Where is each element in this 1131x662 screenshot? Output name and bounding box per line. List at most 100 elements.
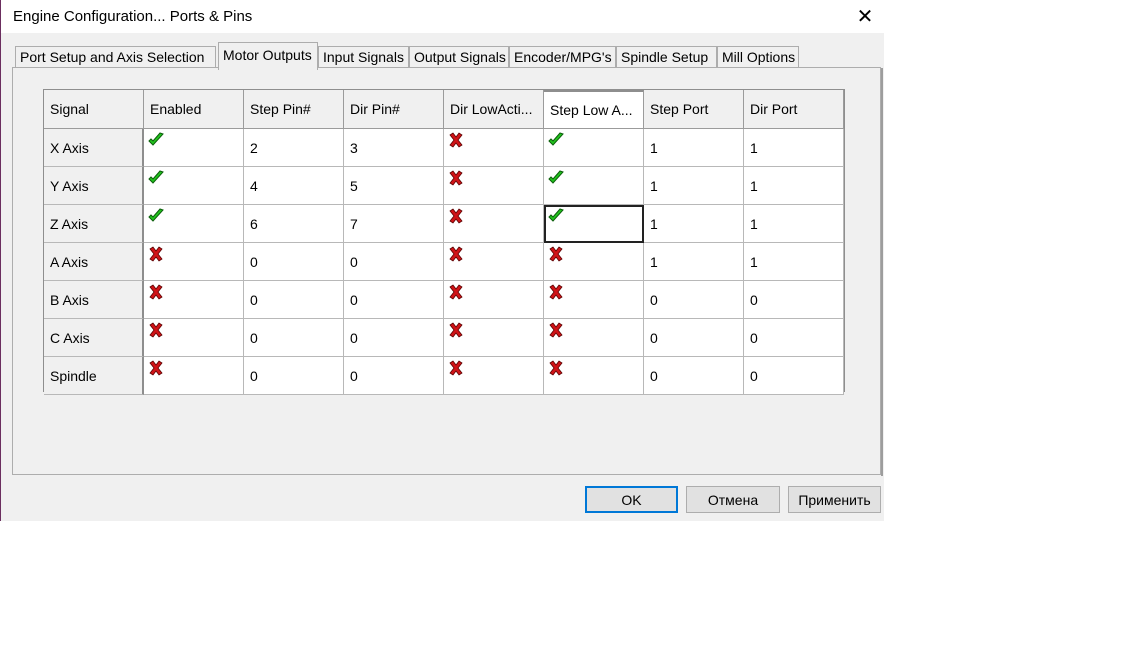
column-header-step-pin[interactable]: Step Pin# [244,90,344,129]
table-cell-step-port[interactable]: 0 [644,281,744,319]
column-header-dir-pin[interactable]: Dir Pin# [344,90,444,129]
table-cell-step-port[interactable]: 1 [644,129,744,167]
tab-spindle-setup[interactable]: Spindle Setup [616,46,717,68]
green-check-icon [548,132,564,146]
table-cell-dir-port[interactable]: 0 [744,319,844,357]
table-cell-dir-pin[interactable]: 3 [344,129,444,167]
red-x-icon [549,322,563,338]
table-cell-enabled[interactable] [144,129,244,167]
table-cell-step-pin[interactable]: 0 [244,281,344,319]
cell-value: 4 [250,177,258,194]
row-header[interactable]: Y Axis [44,167,144,205]
table-cell-dir-low-active[interactable] [444,319,544,357]
table-cell-dir-port[interactable]: 1 [744,205,844,243]
column-header-signal[interactable]: Signal [44,90,144,129]
green-check-icon [548,208,564,222]
cell-value: 1 [750,139,758,156]
cell-value: 3 [350,139,358,156]
cell-value: 6 [250,215,258,232]
column-header-step-port[interactable]: Step Port [644,90,744,129]
cancel-button[interactable]: Отмена [686,486,780,513]
row-header[interactable]: C Axis [44,319,144,357]
column-header-enabled[interactable]: Enabled [144,90,244,129]
table-cell-step-port[interactable]: 1 [644,167,744,205]
column-header-step-low-active[interactable]: Step Low A... [544,90,644,129]
table-cell-step-low-active[interactable] [544,167,644,205]
cell-value: 0 [350,253,358,270]
cell-value: 0 [750,329,758,346]
table-cell-step-low-active[interactable] [544,357,644,395]
table-cell-dir-low-active[interactable] [444,243,544,281]
table-cell-step-port[interactable]: 0 [644,357,744,395]
table-cell-dir-low-active[interactable] [444,167,544,205]
table-cell-dir-pin[interactable]: 7 [344,205,444,243]
table-cell-dir-low-active[interactable] [444,205,544,243]
table-cell-enabled[interactable] [144,167,244,205]
window-title: Engine Configuration... Ports & Pins [13,8,253,25]
table-cell-dir-port[interactable]: 1 [744,243,844,281]
tab-motor-outputs[interactable]: Motor Outputs [218,42,318,70]
column-header-dir-port[interactable]: Dir Port [744,90,844,129]
table-cell-dir-low-active[interactable] [444,357,544,395]
tab-port-setup-and-axis-selection[interactable]: Port Setup and Axis Selection [15,46,216,68]
cell-value: 1 [750,215,758,232]
cell-value: 1 [750,177,758,194]
table-cell-dir-pin[interactable]: 0 [344,281,444,319]
motor-outputs-grid[interactable]: Signal Enabled Step Pin# Dir Pin# Dir LowAct… [43,89,845,395]
table-cell-step-low-active[interactable] [544,205,644,243]
table-cell-dir-pin[interactable]: 0 [344,319,444,357]
table-cell-step-port[interactable]: 1 [644,243,744,281]
cell-value: 7 [350,215,358,232]
ok-button[interactable]: OK [585,486,678,513]
close-button[interactable]: ✕ [847,0,883,33]
table-cell-dir-port[interactable]: 0 [744,281,844,319]
cell-value: 5 [350,177,358,194]
table-cell-step-pin[interactable]: 0 [244,319,344,357]
red-x-icon [449,170,463,186]
cell-value: 0 [250,329,258,346]
table-cell-step-port[interactable]: 0 [644,319,744,357]
table-cell-step-low-active[interactable] [544,319,644,357]
table-cell-enabled[interactable] [144,243,244,281]
cell-value: 0 [350,291,358,308]
table-cell-enabled[interactable] [144,205,244,243]
row-header[interactable]: Spindle [44,357,144,395]
table-cell-dir-low-active[interactable] [444,129,544,167]
cell-value: 0 [250,291,258,308]
green-check-icon [148,208,164,222]
table-cell-step-pin[interactable]: 0 [244,357,344,395]
row-header[interactable]: A Axis [44,243,144,281]
table-cell-step-pin[interactable]: 0 [244,243,344,281]
panel-edge [881,68,883,476]
table-cell-step-pin[interactable]: 2 [244,129,344,167]
table-cell-dir-port[interactable]: 1 [744,167,844,205]
table-cell-enabled[interactable] [144,357,244,395]
column-header-dir-low-active[interactable]: Dir LowActi... [444,90,544,129]
cell-value: 1 [650,253,658,270]
row-header[interactable]: X Axis [44,129,144,167]
table-cell-dir-low-active[interactable] [444,281,544,319]
cell-value: 0 [350,329,358,346]
table-cell-step-pin[interactable]: 6 [244,205,344,243]
table-cell-dir-pin[interactable]: 0 [344,243,444,281]
table-cell-step-low-active[interactable] [544,281,644,319]
tab-mill-options[interactable]: Mill Options [717,46,799,68]
apply-button[interactable]: Применить [788,486,881,513]
row-header[interactable]: Z Axis [44,205,144,243]
table-cell-step-low-active[interactable] [544,129,644,167]
table-cell-step-port[interactable]: 1 [644,205,744,243]
table-cell-dir-port[interactable]: 1 [744,129,844,167]
table-cell-enabled[interactable] [144,281,244,319]
red-x-icon [549,360,563,376]
tab-input-signals[interactable]: Input Signals [318,46,409,68]
table-cell-dir-port[interactable]: 0 [744,357,844,395]
table-cell-step-pin[interactable]: 4 [244,167,344,205]
row-header[interactable]: B Axis [44,281,144,319]
table-cell-dir-pin[interactable]: 0 [344,357,444,395]
table-cell-enabled[interactable] [144,319,244,357]
tab-output-signals[interactable]: Output Signals [409,46,509,68]
table-cell-dir-pin[interactable]: 5 [344,167,444,205]
table-cell-step-low-active[interactable] [544,243,644,281]
tab-encoder-mpg-s[interactable]: Encoder/MPG's [509,46,616,68]
green-check-icon [148,170,164,184]
